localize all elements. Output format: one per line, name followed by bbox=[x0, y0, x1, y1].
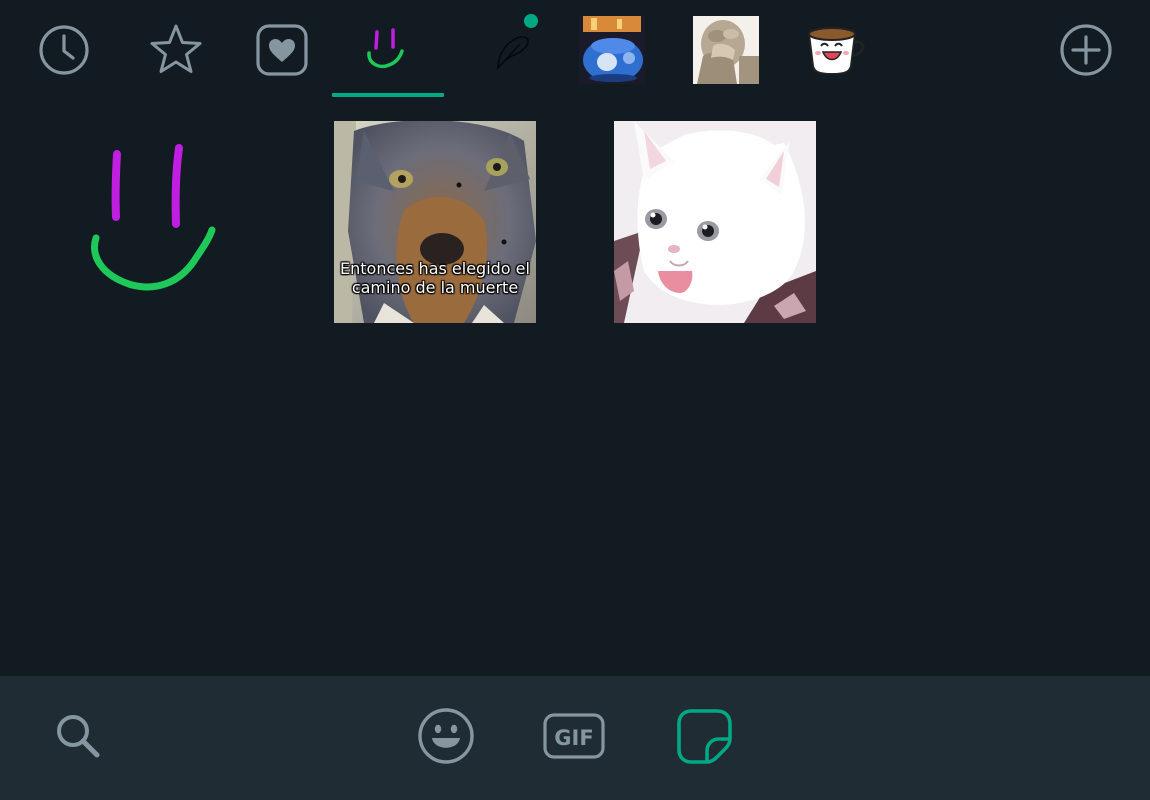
tab-love[interactable] bbox=[232, 8, 332, 92]
gif-icon: GIF bbox=[543, 713, 605, 759]
gif-label: GIF bbox=[554, 726, 593, 750]
teapot-pack-icon bbox=[579, 16, 645, 84]
sticker-wolf-meme[interactable]: Entonces has elegido el camino de la mue… bbox=[334, 121, 536, 323]
add-circle-icon bbox=[1060, 24, 1112, 76]
white-cat-meme-sticker bbox=[614, 121, 816, 323]
tab-recent[interactable] bbox=[14, 8, 114, 92]
tab-add[interactable] bbox=[1036, 8, 1136, 92]
statue-facepalm-icon bbox=[693, 16, 759, 84]
sticker-tab-button[interactable] bbox=[672, 704, 736, 768]
sticker-picker: Entonces has elegido el camino de la mue… bbox=[0, 0, 1150, 800]
heart-icon bbox=[256, 24, 308, 76]
tab-favorites[interactable] bbox=[126, 8, 226, 92]
tab-teapot-pack[interactable] bbox=[562, 8, 662, 92]
star-icon bbox=[150, 24, 202, 73]
update-badge-dot bbox=[524, 14, 538, 28]
smiley-doodle-sticker bbox=[91, 144, 216, 291]
sticker-caption: Entonces has elegido el camino de la mue… bbox=[340, 259, 530, 297]
tab-statue-pack[interactable] bbox=[676, 8, 776, 92]
smiley-doodle-icon bbox=[367, 28, 404, 69]
cup-face-icon bbox=[807, 27, 865, 76]
tab-smiley-pack[interactable] bbox=[338, 8, 438, 92]
sticker-icon bbox=[677, 709, 732, 764]
sketch-leaf-icon bbox=[497, 36, 529, 71]
sticker-white-cat-meme[interactable] bbox=[614, 121, 816, 323]
sticker-pack-tabs bbox=[0, 0, 1150, 100]
sticker-grid: Entonces has elegido el camino de la mue… bbox=[0, 100, 1150, 676]
clock-icon bbox=[39, 25, 89, 75]
selected-tab-indicator bbox=[332, 93, 444, 97]
emoji-tab-button[interactable] bbox=[414, 704, 478, 768]
emoji-icon bbox=[418, 708, 474, 764]
tab-cup-pack[interactable] bbox=[786, 8, 886, 92]
tab-sketch-pack[interactable] bbox=[462, 8, 562, 92]
search-icon bbox=[57, 715, 100, 758]
sticker-smiley-doodle[interactable] bbox=[54, 121, 256, 323]
gif-tab-button[interactable]: GIF bbox=[542, 704, 606, 768]
bottom-toolbar: GIF bbox=[0, 676, 1150, 800]
search-button[interactable] bbox=[46, 704, 110, 768]
